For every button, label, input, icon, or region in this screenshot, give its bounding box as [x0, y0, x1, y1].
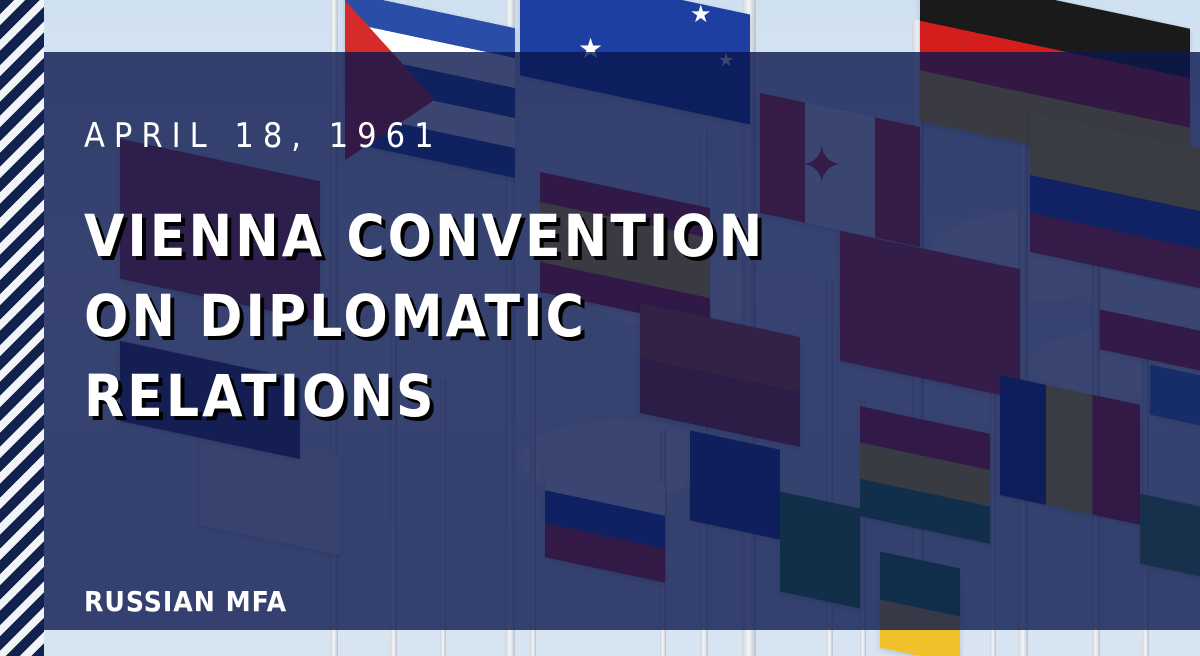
- diagonal-stripes: [0, 0, 44, 656]
- star-icon: ★: [690, 0, 712, 28]
- headline-line: VIENNA CONVENTION: [84, 202, 766, 270]
- date-label: APRIL 18, 1961: [84, 116, 443, 156]
- headline-line: ON DIPLOMATIC: [84, 282, 587, 350]
- source-label: RUSSIAN MFA: [84, 585, 288, 618]
- headline-line: RELATIONS: [84, 362, 437, 430]
- headline: VIENNA CONVENTION ON DIPLOMATIC RELATION…: [84, 196, 766, 436]
